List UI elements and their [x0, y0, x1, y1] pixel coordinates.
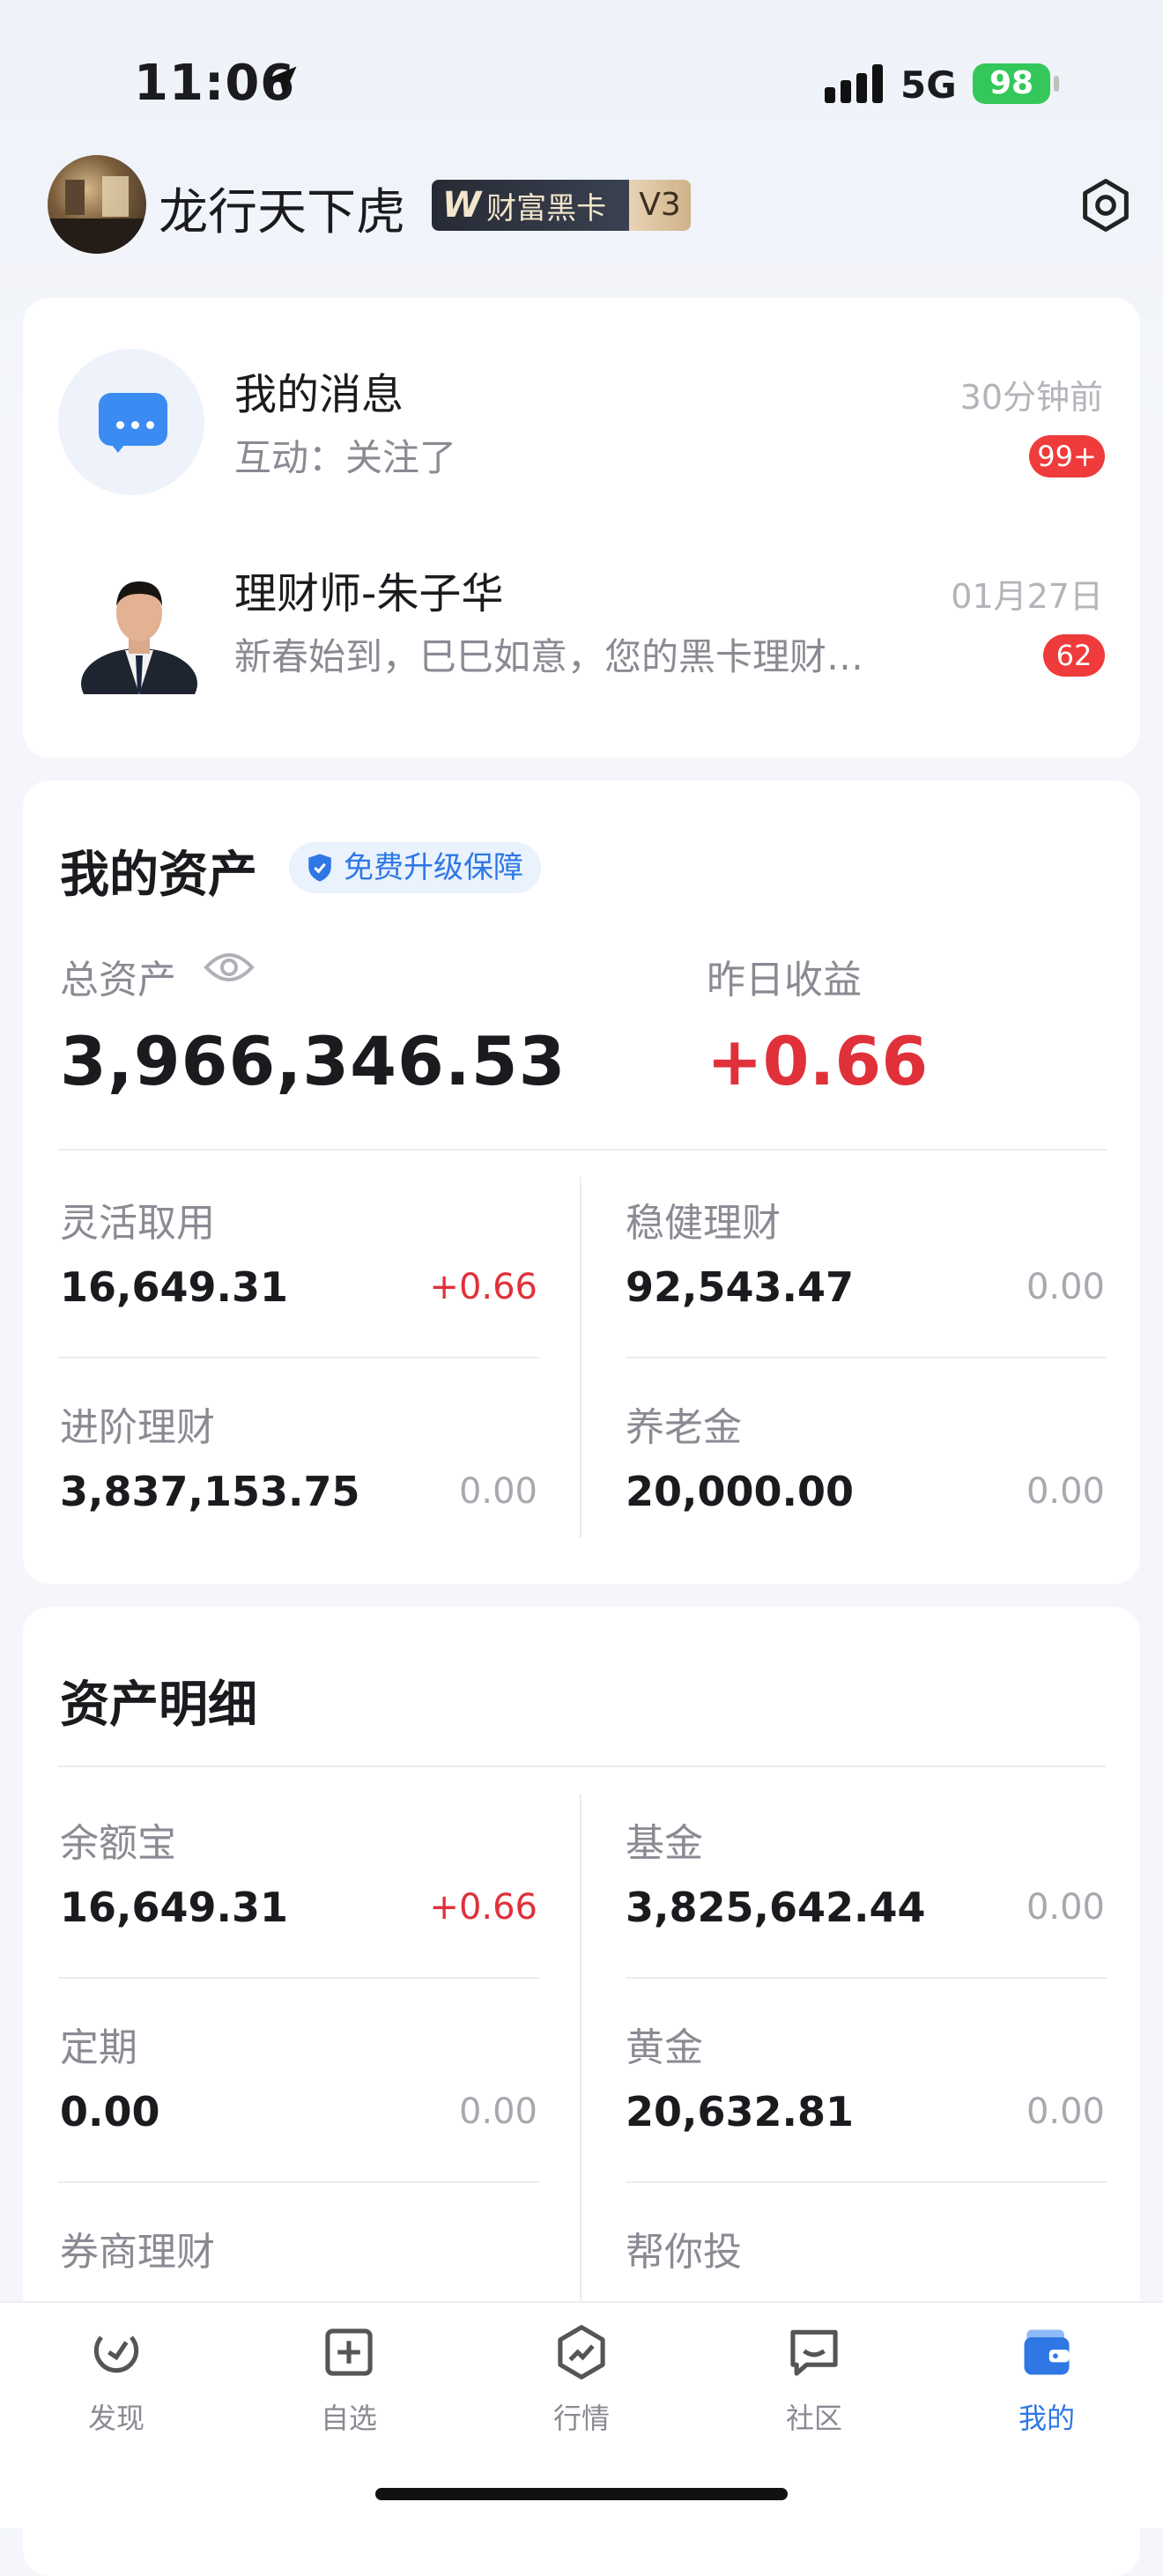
tab-community[interactable]: 社区: [744, 2322, 885, 2437]
asset-item-label: 进阶理财: [60, 1405, 215, 1450]
asset-item-label: 养老金: [626, 1405, 742, 1450]
wallet-icon: [1024, 2329, 1070, 2375]
asset-item-label: 灵活取用: [60, 1201, 215, 1246]
card-level: V3: [629, 180, 691, 231]
detail-item-label: 余额宝: [60, 1821, 176, 1866]
details-title: 资产明细: [60, 1677, 257, 1734]
black-card-logo-icon: W: [442, 185, 482, 226]
detail-item-label: 基金: [626, 1821, 703, 1866]
divider: [626, 1977, 1107, 1979]
unread-badge: 62: [1043, 634, 1105, 677]
yesterday-yield-value: +0.66: [707, 1022, 929, 1100]
upgrade-tag-label: 免费升级保障: [344, 850, 523, 885]
detail-item-value: 0.00: [60, 2088, 160, 2136]
message-subtitle: 新春始到，巳巳如意，您的黑卡理财…: [234, 635, 864, 678]
tab-watchlist[interactable]: 自选: [278, 2322, 419, 2437]
network-label: 5G: [900, 63, 957, 107]
detail-item-change: +0.66: [429, 1887, 537, 1928]
tab-label: 行情: [552, 2402, 610, 2435]
settings-icon[interactable]: [1077, 176, 1135, 234]
messages-card: 我的消息 互动：关注了 30分钟前 99+ 理财师-朱子华 新春始到，巳巳如意，…: [23, 298, 1140, 758]
asset-item-change: 0.00: [458, 1471, 537, 1512]
divider: [626, 2181, 1107, 2183]
detail-item-value: 3,825,642.44: [626, 1884, 926, 1931]
divider: [58, 1765, 1107, 1767]
detail-item-label: 定期: [60, 2025, 137, 2070]
message-icon: [58, 349, 204, 495]
tab-market[interactable]: 行情: [511, 2322, 652, 2437]
battery-tip: [1054, 76, 1059, 92]
tab-label: 发现: [87, 2402, 144, 2435]
community-icon: [790, 2329, 838, 2376]
avatar-image: [48, 176, 146, 254]
location-arrow-icon: [267, 66, 297, 96]
tab-label: 我的: [1018, 2402, 1075, 2435]
detail-item-label: 券商理财: [60, 2230, 215, 2275]
column-divider: [580, 1177, 582, 1538]
asset-item-value: 92,543.47: [626, 1263, 854, 1311]
tab-discover[interactable]: 发现: [46, 2322, 187, 2437]
unread-badge: 99+: [1029, 435, 1105, 477]
detail-item-label: 黄金: [626, 2025, 703, 2070]
detail-item-change: 0.00: [1026, 2091, 1105, 2132]
tab-label: 自选: [320, 2402, 377, 2435]
assets-title: 我的资产: [60, 847, 257, 904]
message-title: 理财师-朱子华: [234, 569, 504, 618]
black-card-label: 财富黑卡: [486, 190, 607, 226]
total-assets-value: 3,966,346.53: [60, 1022, 567, 1100]
asset-item-value: 3,837,153.75: [60, 1468, 360, 1515]
message-title: 我的消息: [234, 370, 404, 419]
yesterday-yield-label: 昨日收益: [707, 958, 862, 1003]
message-time: 30分钟前: [959, 378, 1103, 417]
detail-item-value: 20,632.81: [626, 2088, 854, 2136]
asset-item-label: 稳健理财: [626, 1201, 781, 1246]
battery-indicator: 98: [973, 63, 1050, 104]
signal-icon: [825, 64, 883, 103]
detail-item-label: 帮你投: [626, 2230, 742, 2275]
eye-icon[interactable]: [203, 950, 256, 985]
market-icon: [558, 2325, 605, 2380]
home-indicator: [375, 2488, 788, 2500]
advisor-avatar: [81, 581, 197, 694]
avatar[interactable]: [48, 155, 146, 254]
assets-card: 我的资产 免费升级保障 总资产 昨日收益 3,966,346.53 +0.66 …: [23, 781, 1140, 1584]
black-card-badge[interactable]: W 财富黑卡 V3: [432, 180, 691, 231]
asset-item-value: 16,649.31: [60, 1263, 288, 1311]
asset-item-value: 20,000.00: [626, 1468, 854, 1515]
detail-item-value: 16,649.31: [60, 1884, 288, 1931]
username[interactable]: 龙行天下虎: [159, 173, 405, 244]
divider: [626, 1357, 1107, 1358]
status-bar: 11:06 5G 98: [0, 0, 1163, 167]
tab-label: 社区: [785, 2402, 842, 2435]
message-subtitle: 互动：关注了: [234, 436, 457, 479]
watchlist-icon: [325, 2328, 373, 2376]
detail-item-change: 0.00: [458, 2091, 537, 2132]
asset-item-change: 0.00: [1026, 1471, 1105, 1512]
discover-icon: [93, 2335, 139, 2373]
divider: [58, 1357, 539, 1358]
message-time: 01月27日: [951, 577, 1103, 616]
divider: [58, 1149, 1107, 1151]
asset-item-change: 0.00: [1026, 1267, 1105, 1307]
shield-icon: [308, 854, 331, 882]
detail-item-change: 0.00: [1026, 1887, 1105, 1928]
asset-item-change: +0.66: [429, 1267, 537, 1307]
total-assets-label: 总资产: [60, 958, 176, 1003]
divider: [58, 2181, 539, 2183]
tab-mine[interactable]: 我的: [976, 2322, 1117, 2437]
divider: [58, 1977, 539, 1979]
upgrade-tag[interactable]: 免费升级保障: [289, 842, 541, 893]
